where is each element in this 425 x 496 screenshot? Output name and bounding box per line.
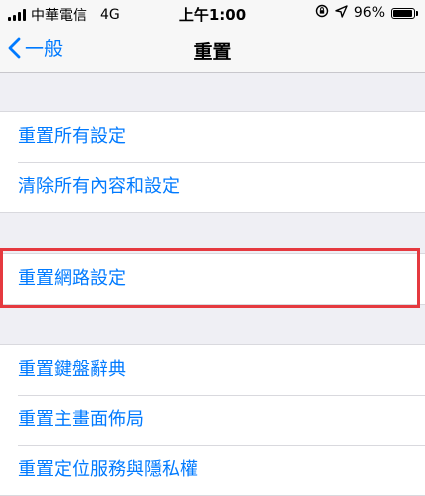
orientation-lock-icon xyxy=(315,4,329,22)
battery-icon xyxy=(391,7,418,19)
battery-fill xyxy=(393,9,413,17)
reset-keyboard-dictionary-row[interactable]: 重置鍵盤辭典 xyxy=(0,345,425,395)
page-title: 重置 xyxy=(193,41,232,63)
reset-group-2: 重置網路設定 xyxy=(0,253,425,305)
reset-group-3: 重置鍵盤辭典 重置主畫面佈局 重置定位服務與隱私權 xyxy=(0,344,425,496)
status-right: 96% xyxy=(315,4,418,22)
battery-percent-label: 96% xyxy=(353,5,385,21)
reset-all-settings-row[interactable]: 重置所有設定 xyxy=(0,112,425,162)
reset-group-1: 重置所有設定 清除所有內容和設定 xyxy=(0,111,425,213)
status-bar: 中華電信 4G 上午1:00 96% xyxy=(0,0,425,26)
erase-all-content-row[interactable]: 清除所有內容和設定 xyxy=(0,162,425,212)
reset-location-privacy-row[interactable]: 重置定位服務與隱私權 xyxy=(0,445,425,495)
reset-network-settings-row[interactable]: 重置網路設定 xyxy=(0,254,425,304)
navigation-bar: 一般 重置 xyxy=(0,26,425,73)
reset-home-screen-layout-row[interactable]: 重置主畫面佈局 xyxy=(0,395,425,445)
battery-nub xyxy=(416,10,418,16)
location-arrow-icon xyxy=(335,4,348,22)
